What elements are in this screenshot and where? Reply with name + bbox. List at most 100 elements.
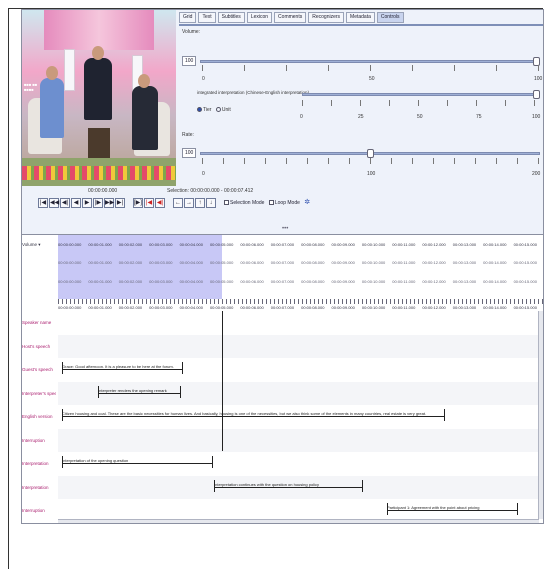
timeline-mode-menu[interactable]: Volume ▾ <box>22 242 58 248</box>
gear-icon[interactable]: ✲ <box>304 199 310 206</box>
loop-mode-label: Loop Mode <box>274 200 300 206</box>
time-label: 00:00:13.000 <box>452 305 477 310</box>
segment-boundary[interactable] <box>444 409 445 421</box>
unit-radio[interactable] <box>215 107 221 113</box>
vertical-scrollbar[interactable] <box>538 311 543 519</box>
media-time: 00:00:00.000 <box>88 188 118 194</box>
video-viewer[interactable]: ■■■ ■■ ■■■■ <box>22 10 176 186</box>
next-annotation-button[interactable]: → <box>184 198 194 208</box>
previous-pixel-button[interactable]: ◀ <box>71 198 81 208</box>
previous-annotation-button[interactable]: ← <box>173 198 183 208</box>
waveform-row: 00:00:00.000 00:00:01.000 00:00:02.000 00:0… <box>58 279 537 284</box>
annotation-segment[interactable]: Interpreter renders the opening remark <box>98 388 180 394</box>
timeline-viewer[interactable]: Volume ▾ 00:00:00.000 00:00:01.000 00:00:0… <box>22 234 543 523</box>
tier-label[interactable]: Host's speech <box>22 344 56 349</box>
volume-tick-0: 0 <box>202 76 205 82</box>
horizontal-scrollbar[interactable] <box>58 519 539 523</box>
transport-toolbar: |◀ ◀◀ ◀| ◀ ▶ |▶ ▶▶ ▶| [▶] |◀ ◀| ← → ↑ ↓ … <box>38 198 310 210</box>
tier-row[interactable] <box>58 428 543 452</box>
time-label: 00:00:08.000 <box>301 305 325 310</box>
go-to-end-button[interactable]: ▶| <box>115 198 125 208</box>
segment-boundary[interactable] <box>180 385 181 398</box>
segment-boundary[interactable] <box>362 479 363 492</box>
previous-frame-button[interactable]: ◀| <box>60 198 70 208</box>
tier-label[interactable]: Interpretation <box>22 461 56 466</box>
tier-label[interactable]: Interruption <box>22 438 56 443</box>
play-button[interactable]: ▶ <box>82 198 92 208</box>
next-second-button[interactable]: ▶▶ <box>104 198 114 208</box>
ruler-time-labels: 00:00:00.000 00:00:01.000 00:00:02.000 00:0… <box>58 305 537 310</box>
annotation-segment[interactable]: Interpretation continues with the questi… <box>214 482 362 488</box>
segment-boundary[interactable] <box>62 409 63 421</box>
tier-radio[interactable] <box>197 107 202 113</box>
tier-volume-slider-thumb[interactable] <box>533 90 540 99</box>
time-label: 00:00:11.000 <box>392 260 416 265</box>
tier-up-button[interactable]: ↑ <box>195 198 205 208</box>
segment-boundary[interactable] <box>62 456 63 468</box>
rate-spinner[interactable]: 100 <box>182 148 196 158</box>
time-label: 00:00:05.000 <box>209 305 234 310</box>
selection-mode-checkbox[interactable] <box>224 200 229 206</box>
segment-boundary[interactable] <box>214 479 215 492</box>
tier-unit-radio-group: Tier Unit <box>197 107 231 113</box>
video-flowers <box>22 166 176 180</box>
time-label: 00:00:02.000 <box>118 242 143 247</box>
segment-boundary[interactable] <box>387 503 388 515</box>
time-label: 00:00:09.000 <box>331 260 355 265</box>
segment-boundary[interactable] <box>98 385 99 398</box>
annotation-segment[interactable]: Citizen housing and coal. These are the … <box>62 411 444 417</box>
tier-label[interactable]: Interpreter's speech <box>22 391 56 396</box>
tier-label[interactable]: Interpretation <box>22 485 56 490</box>
time-label: 00:00:12.000 <box>422 305 446 310</box>
tier-down-button[interactable]: ↓ <box>206 198 216 208</box>
tier-label[interactable]: Speaker name <box>22 320 56 325</box>
time-label: 00:00:01.000 <box>88 305 112 310</box>
annotation-segment[interactable]: Grace: Good afternoon. It is a pleasure … <box>62 364 182 370</box>
play-selection-button[interactable]: [▶] <box>133 198 143 208</box>
volume-slider-track[interactable] <box>200 60 540 63</box>
tab-grid[interactable]: Grid <box>179 12 197 23</box>
time-label: 00:00:10.000 <box>361 305 386 310</box>
time-label: 00:00:02.000 <box>118 305 143 310</box>
rate-ticks <box>202 158 540 164</box>
segment-boundary[interactable] <box>62 362 63 374</box>
tab-subtitles[interactable]: Subtitles <box>217 12 245 23</box>
segment-boundary[interactable] <box>517 503 518 515</box>
selection-time: Selection: 00:00:00.000 - 00:00:07.412 <box>167 188 254 194</box>
time-label: 00:00:01.000 <box>88 242 112 247</box>
rate-slider-thumb[interactable] <box>366 149 374 158</box>
tier-label[interactable]: Guest's speech <box>22 367 56 372</box>
segment-boundary[interactable] <box>182 362 183 374</box>
tab-comments[interactable]: Comments <box>274 12 307 23</box>
segment-boundary[interactable] <box>212 456 213 468</box>
volume-ticks <box>202 65 540 71</box>
tab-controls[interactable]: Controls <box>376 12 404 23</box>
time-label: 00:00:03.000 <box>149 279 173 284</box>
tier-row[interactable] <box>58 311 543 335</box>
go-to-begin-button[interactable]: |◀ <box>38 198 48 208</box>
tier-label[interactable]: Interruption <box>22 508 56 513</box>
panel-splitter[interactable]: ••• <box>22 224 543 233</box>
time-label: 00:00:03.000 <box>149 305 173 310</box>
tier-row[interactable] <box>58 334 543 358</box>
previous-second-button[interactable]: ◀◀ <box>49 198 59 208</box>
tab-recognizers[interactable]: Recognizers <box>308 12 345 23</box>
tier-tick-50: 50 <box>417 114 423 120</box>
annotation-segment[interactable]: Interpretation of the opening question <box>62 458 212 464</box>
volume-spinner[interactable]: 100 <box>182 56 196 66</box>
tab-lexicon[interactable]: Lexicon <box>246 12 273 23</box>
selection-begin-button[interactable]: |◀ <box>144 198 154 208</box>
time-label: 00:00:09.000 <box>331 279 355 284</box>
time-label: 00:00:04.000 <box>179 260 203 265</box>
selection-end-button[interactable]: ◀| <box>155 198 165 208</box>
tier-volume-slider-track[interactable] <box>302 93 540 96</box>
tab-text[interactable]: Text <box>198 12 216 23</box>
loop-mode-checkbox[interactable] <box>268 200 274 206</box>
next-pixel-button[interactable]: |▶ <box>93 198 103 208</box>
tab-metadata[interactable]: Metadata <box>346 12 375 23</box>
time-label: 00:00:14.000 <box>483 305 507 310</box>
annotation-segment[interactable]: Participant 1: Agreement with the point … <box>387 505 517 511</box>
tier-label[interactable]: English version <box>22 414 56 419</box>
tab-bar: Grid Text Subtitles Lexicon Comments Rec… <box>179 12 404 23</box>
time-label: 00:00:02.000 <box>118 260 143 265</box>
